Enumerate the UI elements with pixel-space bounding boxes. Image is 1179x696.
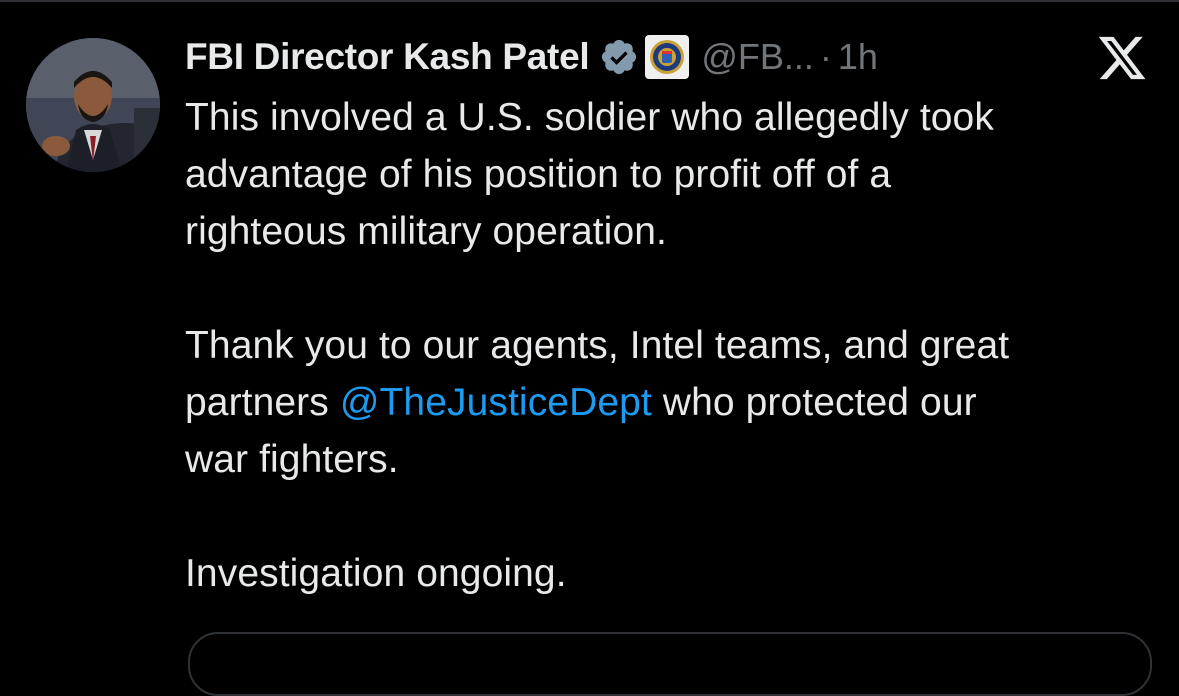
text-fragment: partners [185, 381, 340, 424]
author-display-name[interactable]: FBI Director Kash Patel [185, 36, 590, 78]
avatar-photo [26, 38, 160, 172]
text-line: Thank you to our agents, Intel teams, an… [185, 324, 1010, 367]
author-handle[interactable]: @FB... [701, 36, 814, 78]
header-separator: · [819, 36, 832, 77]
tweet-header: FBI Director Kash Patel @FB... · 1h [185, 28, 1145, 86]
tweet: FBI Director Kash Patel @FB... · 1h This… [185, 28, 1145, 602]
verified-badge-icon[interactable] [599, 37, 639, 77]
top-divider [0, 0, 1179, 2]
paragraph-2: Thank you to our agents, Intel teams, an… [185, 317, 1145, 488]
text-line: war fighters. [185, 438, 399, 481]
text-line: advantage of his position to profit off … [185, 153, 892, 196]
text-line: Investigation ongoing. [185, 552, 567, 595]
tweet-text: This involved a U.S. soldier who alleged… [185, 89, 1145, 602]
author-avatar[interactable] [26, 38, 160, 172]
paragraph-1: This involved a U.S. soldier who alleged… [185, 89, 1145, 260]
text-line: This involved a U.S. soldier who alleged… [185, 96, 994, 139]
paragraph-3: Investigation ongoing. [185, 545, 1145, 602]
fbi-seal-icon[interactable] [645, 35, 690, 79]
embedded-card[interactable] [188, 632, 1152, 696]
text-line: righteous military operation. [185, 210, 667, 253]
tweet-timestamp[interactable]: 1h [838, 36, 878, 78]
text-fragment: who protected our [651, 381, 977, 424]
mention-link[interactable]: @TheJusticeDept [340, 381, 652, 424]
x-logo-icon [1095, 32, 1149, 84]
